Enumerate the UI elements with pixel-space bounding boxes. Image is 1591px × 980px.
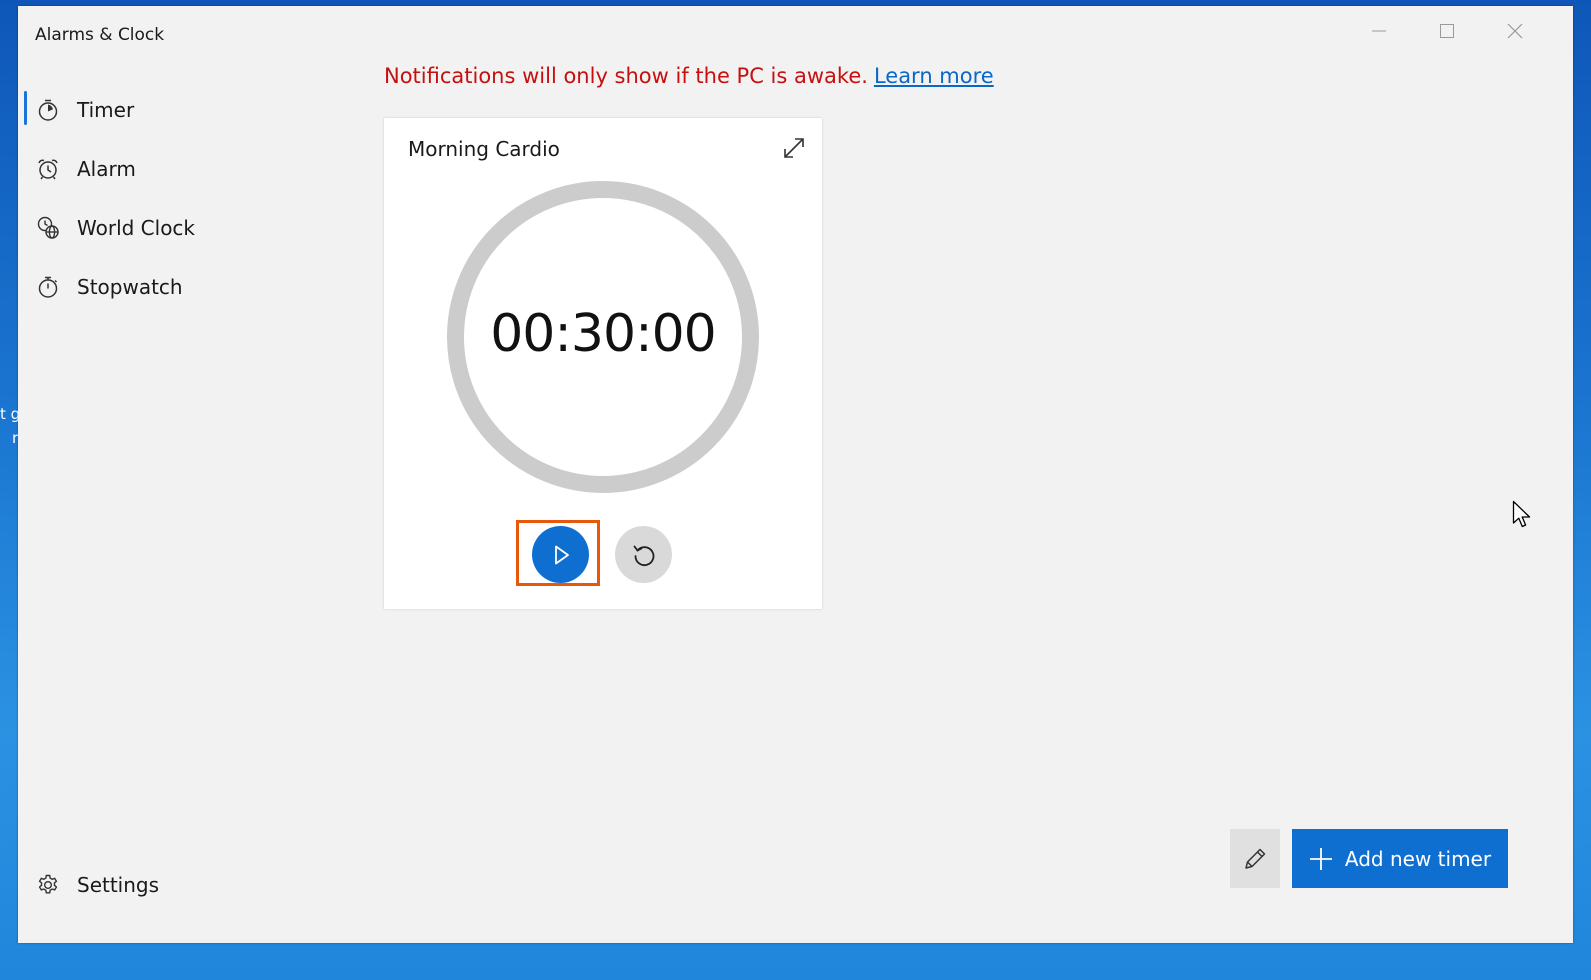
mouse-pointer-icon — [1512, 500, 1534, 534]
nav-item-label: Timer — [77, 97, 135, 122]
reset-icon — [633, 545, 654, 566]
add-new-timer-button[interactable]: Add new timer — [1292, 829, 1508, 888]
nav-item-timer[interactable]: Timer — [18, 80, 318, 139]
alarm-icon — [35, 156, 61, 182]
navigation-pane: Timer Alarm World Clock Stopwatch — [18, 80, 318, 316]
nav-item-world-clock[interactable]: World Clock — [18, 198, 318, 257]
nav-item-stopwatch[interactable]: Stopwatch — [18, 257, 318, 316]
plus-icon — [1309, 847, 1333, 871]
nav-item-label: World Clock — [77, 215, 196, 240]
nav-item-alarm[interactable]: Alarm — [18, 139, 318, 198]
timer-icon — [35, 97, 61, 123]
window-title: Alarms & Clock — [35, 25, 165, 45]
notification-banner: Notifications will only show if the PC i… — [384, 64, 994, 88]
expand-button[interactable] — [778, 132, 810, 164]
nav-item-settings[interactable]: Settings — [18, 860, 159, 910]
close-button[interactable] — [1481, 6, 1549, 56]
world-clock-icon — [35, 215, 61, 241]
notification-message: Notifications will only show if the PC i… — [384, 64, 868, 88]
maximize-icon — [1440, 24, 1454, 38]
play-icon — [554, 545, 569, 564]
expand-icon — [784, 138, 804, 158]
timer-name: Morning Cardio — [408, 137, 560, 161]
reset-button[interactable] — [615, 526, 672, 583]
timer-card[interactable]: Morning Cardio 00:30:00 — [384, 118, 822, 609]
settings-label: Settings — [77, 873, 160, 897]
stopwatch-icon — [35, 274, 61, 300]
nav-item-label: Alarm — [77, 156, 136, 181]
close-icon — [1507, 23, 1523, 39]
timer-time-display: 00:30:00 — [490, 304, 717, 364]
edit-timers-button[interactable] — [1230, 829, 1280, 888]
alarms-clock-window: Alarms & Clock Timer Alarm World Clock S… — [18, 6, 1573, 943]
gear-icon — [35, 872, 61, 898]
minimize-icon — [1372, 30, 1386, 32]
nav-item-label: Stopwatch — [77, 274, 183, 299]
maximize-button[interactable] — [1413, 6, 1481, 56]
pencil-icon — [1245, 848, 1266, 869]
add-new-timer-label: Add new timer — [1344, 846, 1492, 871]
play-button[interactable] — [532, 526, 589, 583]
learn-more-link[interactable]: Learn more — [874, 64, 994, 88]
minimize-button[interactable] — [1345, 6, 1413, 56]
